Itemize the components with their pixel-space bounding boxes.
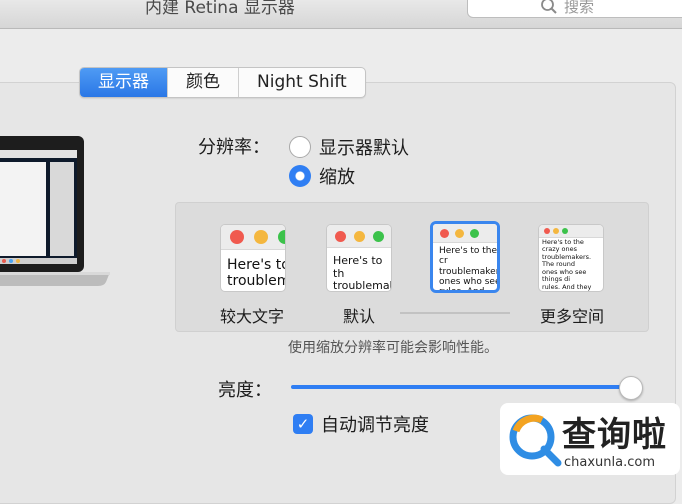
watermark-domain: chaxunla.com	[564, 455, 655, 470]
auto-brightness-checkbox-row[interactable]: ✓ 自动调节亮度	[293, 411, 429, 437]
window-titlebar	[327, 225, 391, 248]
brightness-slider-knob[interactable]	[619, 376, 643, 400]
close-dot-icon	[440, 229, 449, 238]
scale-caption-more-space: 更多空间	[540, 307, 605, 326]
preview-text: Here's to th troublemak	[333, 255, 392, 292]
radio-button-selected[interactable]	[289, 165, 311, 187]
watermark-brand: 查询啦	[562, 415, 667, 455]
scale-option-larger-text[interactable]: Here's to troublem	[220, 224, 286, 292]
minimize-dot-icon	[553, 228, 559, 234]
preview-text: Here's to the cr troublemakers. ones who…	[439, 246, 500, 293]
radio-scaled[interactable]: 缩放	[289, 163, 355, 189]
brightness-slider-track[interactable]	[291, 385, 631, 389]
tab-display[interactable]: 显示器	[80, 68, 167, 97]
window-titlebar	[221, 225, 285, 250]
watermark-logo: 查询啦 chaxunla.com	[500, 403, 680, 475]
radio-default-for-display[interactable]: 显示器默认	[289, 134, 409, 160]
tab-color[interactable]: 颜色	[167, 68, 238, 97]
laptop-illustration	[0, 136, 110, 286]
minimize-dot-icon	[354, 231, 365, 242]
zoom-dot-icon	[470, 229, 479, 238]
close-dot-icon	[230, 230, 244, 244]
preview-text: Here's to troublem	[227, 257, 286, 290]
scale-option-selected[interactable]: Here's to the cr troublemakers. ones who…	[430, 221, 500, 293]
performance-hint: 使用缩放分辨率可能会影响性能。	[288, 340, 498, 356]
scale-caption-default: 默认	[343, 307, 376, 326]
zoom-dot-icon	[373, 231, 384, 242]
scale-option-default[interactable]: Here's to th troublemak	[326, 224, 392, 292]
window-titlebar	[433, 224, 497, 243]
search-placeholder: 搜索	[564, 0, 595, 16]
auto-brightness-checkbox[interactable]: ✓	[293, 414, 313, 434]
scale-caption-larger-text: 较大文字	[220, 307, 285, 326]
radio-label: 缩放	[319, 167, 355, 188]
brightness-label: 亮度：	[218, 380, 272, 401]
search-icon	[541, 0, 557, 14]
minimize-dot-icon	[254, 230, 268, 244]
zoom-dot-icon	[562, 228, 568, 234]
preview-text: Here's to the crazy ones troublemakers. …	[542, 239, 592, 291]
tab-night-shift[interactable]: Night Shift	[238, 68, 365, 97]
search-input[interactable]: 搜索	[467, 0, 682, 18]
window-titlebar	[539, 225, 603, 238]
close-dot-icon	[544, 228, 550, 234]
tab-bar: 显示器 颜色 Night Shift	[79, 67, 366, 98]
magnifier-logo-icon	[509, 414, 562, 467]
scale-divider	[400, 312, 510, 314]
zoom-dot-icon	[278, 230, 285, 244]
radio-button[interactable]	[289, 136, 311, 158]
close-dot-icon	[335, 231, 346, 242]
auto-brightness-label: 自动调节亮度	[321, 415, 429, 436]
minimize-dot-icon	[455, 229, 464, 238]
radio-label: 显示器默认	[319, 138, 409, 159]
title-bar: 内建 Retina 显示器 搜索	[0, 0, 682, 29]
resolution-label: 分辨率：	[198, 137, 270, 158]
window-title: 内建 Retina 显示器	[145, 0, 295, 18]
scale-option-more-space[interactable]: Here's to the crazy ones troublemakers. …	[538, 224, 604, 292]
